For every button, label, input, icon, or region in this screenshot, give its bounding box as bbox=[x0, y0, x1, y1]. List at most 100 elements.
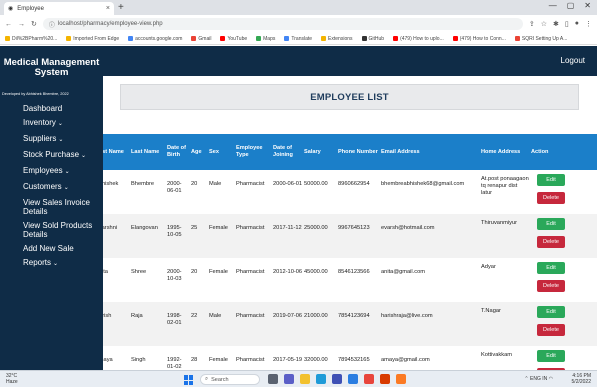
close-icon[interactable]: × bbox=[106, 5, 110, 12]
bookmark-item[interactable]: Maps bbox=[256, 36, 275, 42]
profile-icon[interactable]: ● bbox=[575, 20, 579, 28]
sidebar-item-label: View Sold Products Details bbox=[23, 221, 93, 239]
clock[interactable]: 4:16 PM 5/2/2022 bbox=[572, 373, 591, 385]
menu-icon[interactable]: ⋮ bbox=[585, 20, 592, 28]
delete-button[interactable]: Delete bbox=[537, 324, 565, 336]
task-view-icon[interactable] bbox=[268, 374, 278, 384]
table-cell-email: anita@gmail.com bbox=[381, 269, 426, 275]
bookmark-item[interactable]: Translate bbox=[284, 36, 312, 42]
weather-desc: Haze bbox=[6, 379, 18, 385]
sidebar-item[interactable]: Reports ⌄ bbox=[23, 258, 103, 269]
bookmark-label: accounts.google.com bbox=[135, 35, 183, 42]
browser-tab[interactable]: ◉ Employee × bbox=[4, 2, 114, 15]
back-icon[interactable]: ← bbox=[5, 21, 12, 28]
sidebar-item-label: Employees bbox=[23, 166, 63, 175]
file-explorer-icon[interactable] bbox=[300, 374, 310, 384]
table-cell-last: Bhembre bbox=[131, 181, 155, 187]
bookmark-icon bbox=[5, 35, 10, 41]
teams-icon[interactable] bbox=[284, 374, 294, 384]
chrome-icon[interactable] bbox=[364, 374, 374, 384]
sidebar-item[interactable]: Inventory ⌄ bbox=[23, 118, 103, 129]
edit-button[interactable]: Edit bbox=[537, 350, 565, 362]
forward-icon[interactable]: → bbox=[18, 21, 25, 28]
edit-button[interactable]: Edit bbox=[537, 306, 565, 318]
taskbar-search[interactable]: ⌕ Search bbox=[200, 374, 260, 385]
share-icon[interactable]: ⇪ bbox=[529, 20, 535, 28]
chevron-down-icon: ⌄ bbox=[57, 121, 63, 127]
chevron-up-icon[interactable]: ⌃ bbox=[524, 376, 528, 382]
bookmark-icon bbox=[393, 35, 399, 41]
wifi-icon[interactable]: ◠ bbox=[549, 376, 553, 382]
sidebar-item[interactable]: Suppliers ⌄ bbox=[23, 134, 103, 145]
table-cell-sex: Male bbox=[209, 313, 222, 319]
brand-title[interactable]: Medical Management System bbox=[0, 58, 103, 78]
mail-icon[interactable] bbox=[348, 374, 358, 384]
table-cell-dob: 1995-10-05 bbox=[167, 225, 182, 238]
table-cell-address: At.post ponaagaon tq renapur dist latur bbox=[481, 176, 529, 196]
logout-link[interactable]: Logout bbox=[561, 56, 585, 65]
bookmark-icon bbox=[128, 35, 134, 41]
brand-subtitle: Developed by Abhishek Bhembre, 2022 bbox=[2, 92, 69, 96]
maximize-icon[interactable]: ▢ bbox=[567, 1, 575, 10]
reload-icon[interactable]: ↻ bbox=[31, 20, 37, 28]
bookmark-item[interactable]: (479) How to Conn... bbox=[452, 36, 506, 42]
edit-button[interactable]: Edit bbox=[537, 262, 565, 274]
column-header: Salary bbox=[304, 148, 321, 155]
language-indicator[interactable]: ENG IN bbox=[530, 376, 547, 382]
sidebar-item[interactable]: Stock Purchase ⌄ bbox=[23, 150, 103, 161]
minimize-icon[interactable]: — bbox=[549, 1, 557, 10]
sidebar-item-label: Reports bbox=[23, 258, 52, 267]
bookmark-star-icon[interactable]: ☆ bbox=[541, 20, 547, 28]
table-row: AnitaShree2000-10-0320FemalePharmacist20… bbox=[95, 258, 597, 302]
bookmark-item[interactable]: YouTube bbox=[220, 36, 247, 42]
table-cell-last: Raja bbox=[131, 313, 143, 319]
table-cell-salary: 21000.00 bbox=[304, 313, 328, 319]
table-cell-type: Pharmacist bbox=[236, 269, 265, 275]
sidebar-item[interactable]: Employees ⌄ bbox=[23, 166, 103, 177]
sidebar-item[interactable]: Customers ⌄ bbox=[23, 182, 103, 193]
bookmark-label: (479) How to uplo... bbox=[400, 35, 444, 42]
table-cell-phone: 8960662954 bbox=[338, 181, 370, 187]
delete-button[interactable]: Delete bbox=[537, 280, 565, 292]
bookmark-item[interactable]: Dil%2BPharm%20... bbox=[5, 36, 57, 42]
extensions-icon[interactable]: ✱ bbox=[553, 20, 559, 28]
bookmark-item[interactable]: SQRI Setting Up A... bbox=[514, 35, 567, 42]
sidebar-item[interactable]: View Sales Invoice Details bbox=[23, 198, 103, 216]
system-tray[interactable]: ⌃ ENG IN ◠ bbox=[524, 376, 553, 382]
sidebar-item[interactable]: Dashboard bbox=[23, 104, 103, 113]
column-header: Date of Birth bbox=[167, 145, 186, 158]
url-field[interactable]: ⓘ localhost/pharmacy/employee-view.php bbox=[42, 18, 523, 30]
table-cell-sex: Female bbox=[209, 357, 228, 363]
windows-start-icon[interactable] bbox=[184, 375, 194, 385]
xampp-icon[interactable] bbox=[396, 374, 406, 384]
store-icon[interactable] bbox=[332, 374, 342, 384]
edge-icon[interactable] bbox=[316, 374, 326, 384]
bookmark-item[interactable]: Gmail bbox=[191, 36, 211, 42]
bookmark-label: Extensions bbox=[328, 35, 353, 42]
sidepanel-icon[interactable]: ▯ bbox=[565, 20, 569, 28]
bookmark-item[interactable]: accounts.google.com bbox=[128, 36, 182, 42]
bookmark-item[interactable]: (479) How to uplo... bbox=[393, 36, 444, 42]
sidebar-item[interactable]: Add New Sale bbox=[23, 244, 103, 253]
delete-button[interactable]: Delete bbox=[537, 236, 565, 248]
bookmark-item[interactable]: Imported From Edge bbox=[66, 36, 119, 42]
weather-widget[interactable]: 32°C Haze bbox=[6, 373, 18, 385]
edit-button[interactable]: Edit bbox=[537, 174, 565, 186]
edit-button[interactable]: Edit bbox=[537, 218, 565, 230]
bookmark-item[interactable]: Extensions bbox=[321, 35, 353, 42]
sidebar-menu: Dashboard Inventory ⌄ Suppliers ⌄ Stock Purch… bbox=[23, 104, 103, 274]
table-cell-age: 28 bbox=[191, 357, 198, 363]
table-cell-dob: 1998-02-01 bbox=[167, 313, 182, 326]
table-cell-phone: 7854123694 bbox=[338, 313, 370, 319]
bookmark-icon bbox=[514, 35, 520, 41]
bookmark-item[interactable]: GitHub bbox=[361, 36, 384, 42]
office-icon[interactable] bbox=[380, 374, 390, 384]
column-header: Home Address bbox=[481, 148, 521, 155]
sidebar-item[interactable]: View Sold Products Details bbox=[23, 221, 103, 239]
new-tab-icon[interactable]: + bbox=[118, 2, 124, 14]
column-header: Age bbox=[191, 148, 202, 155]
chevron-down-icon: ⌄ bbox=[53, 261, 59, 267]
window-close-icon[interactable]: ✕ bbox=[584, 1, 591, 10]
delete-button[interactable]: Delete bbox=[537, 192, 565, 204]
taskbar-apps bbox=[268, 374, 406, 384]
